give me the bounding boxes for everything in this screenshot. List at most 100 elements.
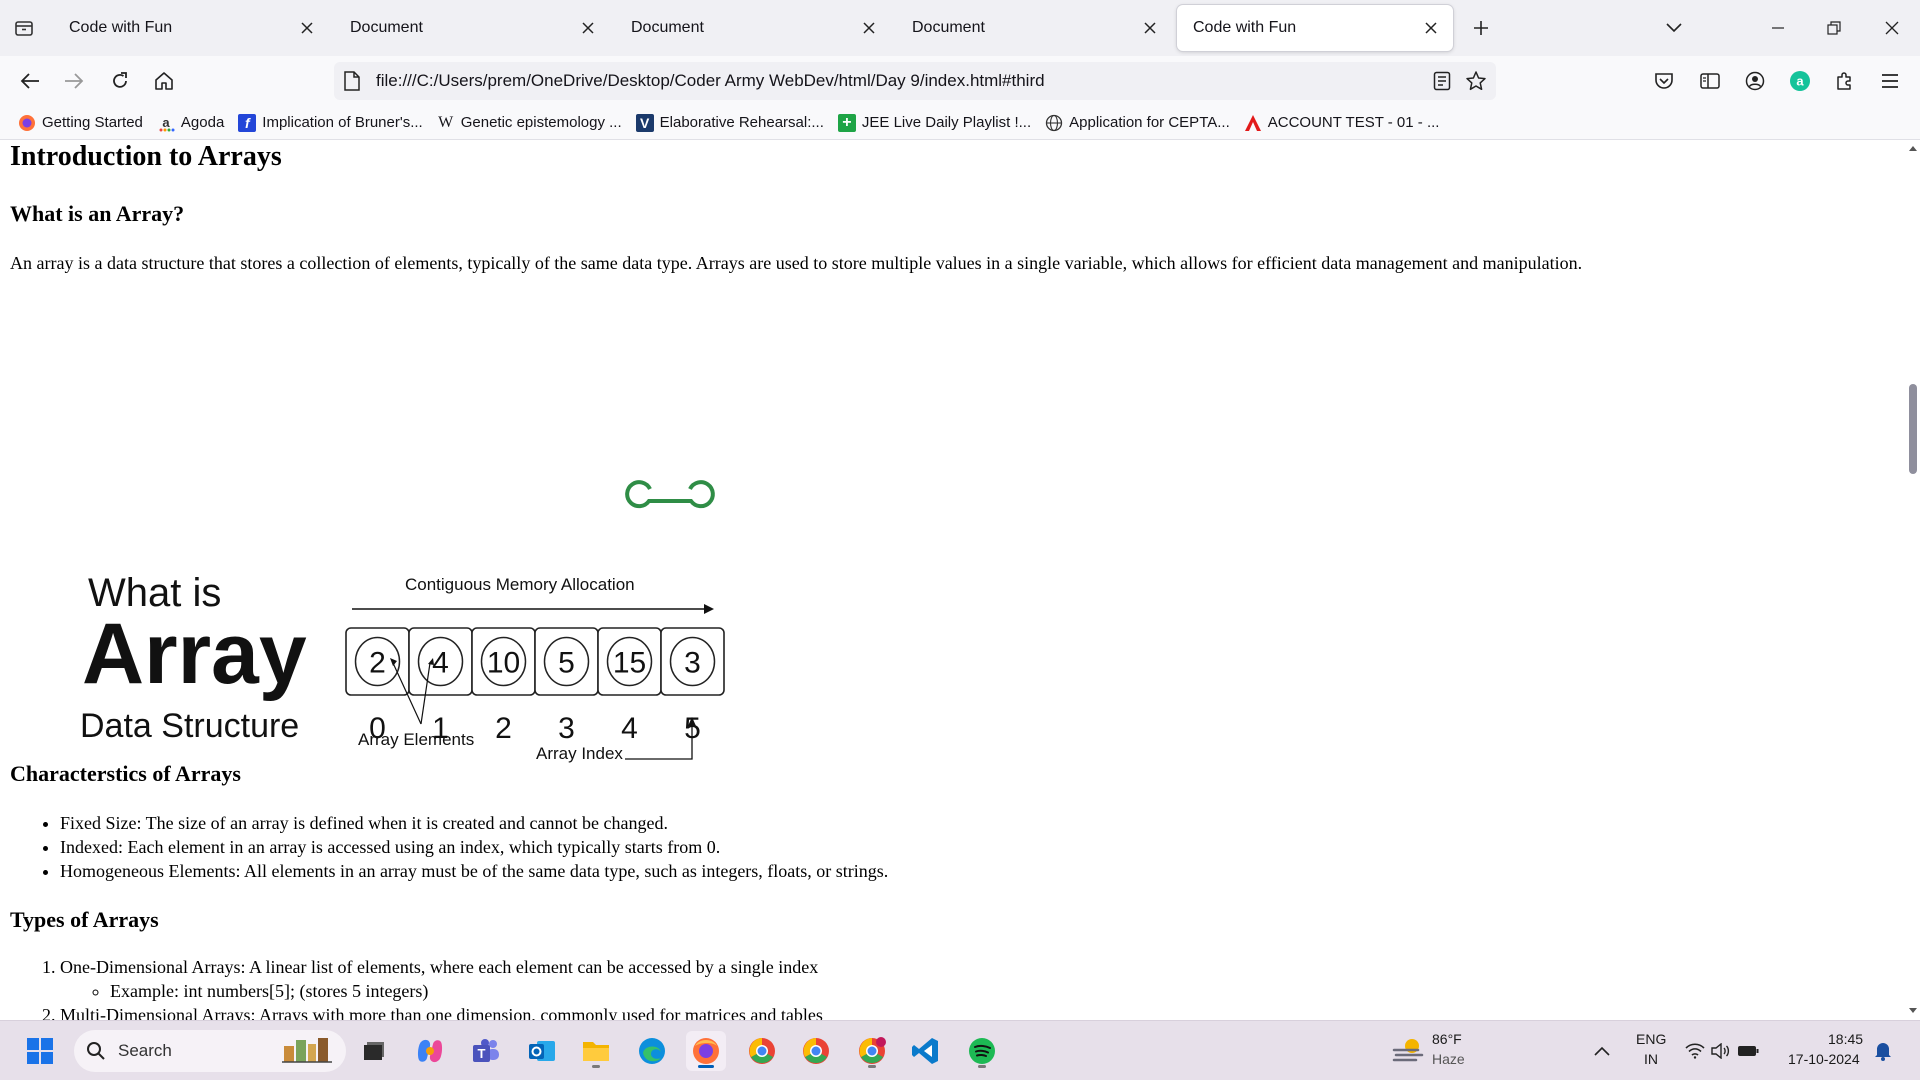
chrome-profile-3-button[interactable] [852,1031,892,1071]
array-cell: 4 [408,627,473,696]
close-icon [1144,22,1156,34]
outlook-button[interactable] [522,1031,562,1071]
close-icon [582,22,594,34]
types-list: One-Dimensional Arrays: A linear list of… [60,955,823,1020]
minimize-button[interactable] [1750,0,1806,56]
bookmark-application-cepta[interactable]: Application for CEPTA... [1039,109,1236,137]
bookmark-bruner[interactable]: f Implication of Bruner's... [232,109,428,137]
new-tab-button[interactable] [1459,6,1503,50]
tab-close-button[interactable] [297,18,317,38]
bookmark-star-button[interactable] [1464,69,1488,93]
show-hidden-icons-button[interactable] [1582,1031,1622,1071]
scroll-up-icon[interactable] [1908,144,1918,152]
clock-date[interactable]: 17-10-2024 [1788,1051,1860,1067]
bookmark-account-test[interactable]: ACCOUNT TEST - 01 - ... [1238,109,1446,137]
copilot-button[interactable] [410,1031,450,1071]
taskbar-search-box[interactable]: Search [74,1030,346,1072]
extension-a-button[interactable]: a [1784,65,1816,97]
bookmark-genetic-epistemology[interactable]: W Genetic epistemology ... [431,109,628,137]
bookmark-elaborative-rehearsal[interactable]: V Elaborative Rehearsal:... [630,109,830,137]
quick-settings-button[interactable] [1680,1031,1764,1071]
scroll-thumb[interactable] [1909,384,1917,474]
running-indicator [592,1065,600,1068]
bookmark-jee-live[interactable]: + JEE Live Daily Playlist !... [832,109,1037,137]
pocket-button[interactable] [1648,65,1680,97]
reload-icon [113,72,127,88]
tab-close-button[interactable] [1421,18,1441,38]
reload-button[interactable] [104,65,136,97]
scroll-down-icon[interactable] [1908,1007,1918,1015]
firefox-icon [693,1038,719,1064]
tab-document[interactable]: Document [896,5,1172,51]
plus-icon [1474,21,1488,35]
list-all-tabs-button[interactable] [1646,0,1702,56]
chrome-profile-2-button[interactable] [796,1031,836,1071]
list-item: Example: int numbers[5]; (stores 5 integ… [110,979,823,1003]
globe-icon [1045,114,1063,132]
language-line-2[interactable]: IN [1644,1051,1658,1067]
url-input[interactable] [376,70,1376,92]
reader-view-button[interactable] [1430,69,1454,93]
reader-view-icon [1433,71,1451,91]
minimize-icon [1772,27,1784,29]
bookmark-label: Getting Started [42,114,143,131]
bell-icon [1875,1043,1891,1061]
home-button[interactable] [148,65,180,97]
bookmark-label: ACCOUNT TEST - 01 - ... [1267,114,1440,131]
grammarly-icon: a [1790,71,1810,91]
tab-list-button[interactable] [0,0,48,56]
task-view-button[interactable] [354,1031,394,1071]
tab-close-button[interactable] [1140,18,1160,38]
file-explorer-button[interactable] [576,1031,616,1071]
chevron-down-icon [1666,23,1682,33]
teams-button[interactable]: T [466,1031,506,1071]
edge-button[interactable] [632,1031,672,1071]
bookmark-agoda[interactable]: a Agoda [151,109,230,137]
windows-logo-icon [27,1038,53,1064]
weather-desc[interactable]: Haze [1432,1051,1465,1067]
vscode-button[interactable] [906,1031,946,1071]
diagram-data-structure: Data Structure [80,707,299,745]
array-index-label: 2 [495,712,512,745]
weather-widget-icon[interactable] [1388,1031,1428,1071]
clock-time[interactable]: 18:45 [1828,1031,1863,1047]
verywell-icon: V [635,113,654,132]
tab-code-with-fun[interactable]: Code with Fun [53,5,329,51]
page-icon [344,71,360,96]
start-button[interactable] [20,1031,60,1071]
chrome-profile-1-button[interactable] [742,1031,782,1071]
firefox-button[interactable] [686,1031,726,1071]
restore-button[interactable] [1806,0,1862,56]
tab-document[interactable]: Document [334,5,610,51]
bookmark-getting-started[interactable]: Getting Started [12,109,149,137]
search-icon [87,1042,105,1060]
array-cell: 15 [597,627,662,696]
tab-close-button[interactable] [859,18,879,38]
chrome-icon [749,1038,775,1064]
weather-temp[interactable]: 86°F [1432,1031,1462,1047]
sidebar-button[interactable] [1694,65,1726,97]
close-window-button[interactable] [1864,0,1920,56]
tab-close-button[interactable] [578,18,598,38]
extensions-button[interactable] [1828,65,1860,97]
close-icon [1885,21,1899,35]
array-cell: 2 [345,627,410,696]
notifications-button[interactable] [1866,1031,1900,1071]
app-menu-button[interactable] [1874,65,1906,97]
arrow-right-icon [65,73,84,89]
bookmark-label: JEE Live Daily Playlist !... [861,114,1032,131]
array-index-label: 3 [558,712,575,745]
tab-code-with-fun-active[interactable]: Code with Fun [1177,5,1453,51]
svg-text:a: a [1796,74,1804,89]
account-button[interactable] [1739,65,1771,97]
forward-button[interactable] [58,65,90,97]
tab-list-icon [15,21,33,36]
language-line-1[interactable]: ENG [1636,1031,1666,1047]
page-scrollbar[interactable] [1906,141,1920,1020]
tab-document[interactable]: Document [615,5,891,51]
spotify-button[interactable] [962,1031,1002,1071]
address-bar[interactable] [334,62,1496,100]
what-paragraph: An array is a data structure that stores… [10,253,1583,273]
sub-list: Example: int numbers[5]; (stores 5 integ… [110,979,823,1003]
back-button[interactable] [14,65,46,97]
